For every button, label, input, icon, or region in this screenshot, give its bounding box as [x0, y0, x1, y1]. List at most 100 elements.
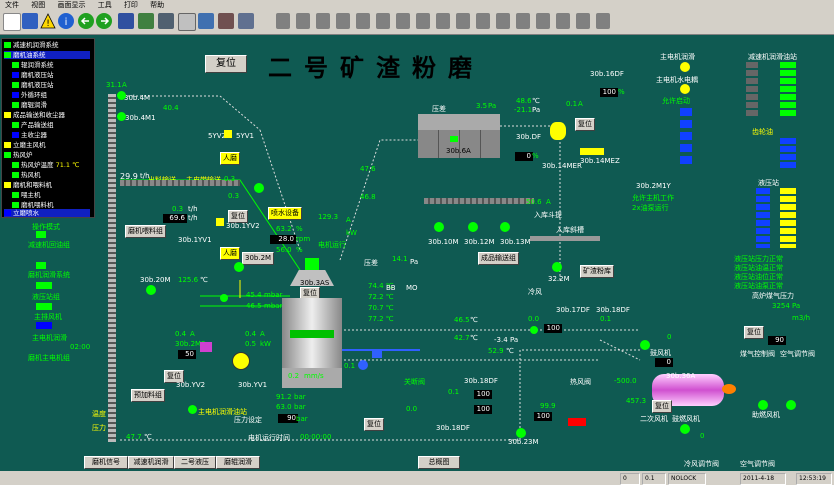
motor-322m[interactable]: [552, 262, 562, 272]
inlet-label: 入库斜槽: [556, 226, 584, 234]
tag-322m: 32.2M: [548, 275, 570, 283]
unit-kw-05: kW: [260, 340, 271, 348]
main-bar-leds: [680, 108, 692, 168]
unit-mms: mm/s: [304, 372, 324, 380]
allow-label: 允许启动: [662, 97, 690, 105]
indicator-17df[interactable]: [530, 326, 538, 334]
value-63: 63.2: [276, 225, 292, 233]
water-run-label[interactable]: 喷水设备: [268, 207, 302, 220]
value-1257: 125.6: [178, 276, 199, 284]
main-status-label: 允许主机工作: [632, 194, 674, 202]
tag-ddf: 30b.DF: [516, 133, 541, 141]
product-belt: [424, 198, 534, 204]
pressure-station-label: 液压站: [758, 179, 779, 187]
press-label: 压力: [92, 424, 106, 432]
valve-5yv[interactable]: [224, 130, 232, 138]
motor-23m[interactable]: [516, 428, 526, 438]
reducer-lube-button[interactable]: 减速机润滑: [128, 456, 174, 469]
reset-button-5[interactable]: 复位: [652, 400, 672, 413]
slag-bin-button[interactable]: 矿渣粉库: [580, 265, 614, 278]
reset-button-3[interactable]: 复位: [575, 118, 595, 131]
main-fan[interactable]: [550, 122, 566, 140]
rawfan-label: 鼓风机: [650, 349, 671, 357]
tag-36a: 30b.36A: [666, 372, 696, 380]
unit-a-main: A: [346, 216, 351, 224]
value-05kw: 0.5: [245, 340, 257, 348]
alarm-red[interactable]: [568, 418, 586, 426]
roller-lube-button[interactable]: 磨辊润滑: [216, 456, 260, 469]
pre-group-button[interactable]: 预加料组: [131, 389, 165, 402]
gas-set-value: 90: [768, 336, 786, 345]
main-status-tag: 30b.2M1Y: [636, 182, 671, 190]
value-0pct-fan: 0: [667, 333, 672, 341]
tag-1yv2: 30b.1YV2: [226, 222, 260, 230]
motor-10m[interactable]: [434, 222, 444, 232]
main-water-label: 主电机水电耦: [656, 76, 698, 84]
motor-12m[interactable]: [468, 222, 478, 232]
heater-block: [200, 342, 212, 352]
pressure-leds-2: [756, 188, 770, 248]
renzhong-label[interactable]: 人磨: [220, 152, 240, 165]
unit-pa-1: Pa: [488, 102, 497, 110]
renmo2-label[interactable]: 人磨: [220, 247, 240, 260]
main-motor-indicator[interactable]: [680, 62, 690, 72]
value-01c: 0.1: [448, 388, 460, 396]
inlet-chute: [530, 236, 600, 241]
tag-20m: 30b.20M: [140, 276, 171, 284]
motor-20m[interactable]: [146, 285, 156, 295]
unit-pa-34: Pa: [510, 336, 519, 344]
motor-4m-indicator[interactable]: [117, 91, 126, 100]
unit-pct-1: %: [296, 225, 303, 233]
tag-2m-label[interactable]: 30b.2M: [242, 252, 275, 265]
motor-rawfan[interactable]: [640, 340, 650, 350]
tag-14mez: 30b.14MEZ: [580, 157, 620, 165]
stop-valve-label: 关断阀: [404, 378, 425, 386]
feed-group-button[interactable]: 磨机喂料组: [125, 225, 166, 238]
unit-c-1257: ℃: [200, 276, 208, 284]
unit-bar-1: bar: [294, 393, 306, 401]
reset-button-4[interactable]: 复位: [364, 418, 384, 431]
unit-a-01: A: [578, 100, 583, 108]
tag-yv1: 30b.YV1: [238, 381, 268, 389]
reducer-label: 减速机润滑油站: [748, 53, 797, 61]
motor-4m1-indicator[interactable]: [117, 112, 126, 121]
motor-fan5[interactable]: [786, 400, 796, 410]
value-04a: 0.4: [175, 330, 187, 338]
product-group-button[interactable]: 成品输送组: [478, 252, 519, 265]
pump-yellow[interactable]: [232, 352, 250, 370]
mill-signal-button[interactable]: 磨机信号: [84, 456, 128, 469]
unit-mbar-1: mbar: [264, 291, 283, 299]
overview-button[interactable]: 总概图: [418, 456, 460, 469]
water-indicator[interactable]: [680, 84, 690, 94]
hydraulic-button[interactable]: 二号液压: [174, 456, 216, 469]
value-100-hot: 100: [534, 412, 552, 421]
status-cell-lock: NOLOCK: [668, 473, 706, 485]
lube-indicator[interactable]: [188, 405, 197, 414]
fan-yellow-block: [580, 148, 604, 155]
motor-2m[interactable]: [234, 262, 244, 272]
unit-bar-3: bar: [296, 415, 308, 423]
valve-1yv[interactable]: [216, 218, 224, 226]
reducer-tags: [746, 62, 758, 118]
motor-13m[interactable]: [500, 222, 510, 232]
status-cell-1: 0: [620, 473, 640, 485]
unit-a-04b: A: [260, 330, 265, 338]
value-34: -3.4: [494, 336, 508, 344]
motor-feed[interactable]: [254, 183, 264, 193]
indicator-454[interactable]: [220, 294, 228, 302]
collector-status: [450, 136, 458, 142]
unit-mbar-2: mbar: [264, 302, 283, 310]
value-03b: 0.3: [228, 192, 240, 200]
motor-blue[interactable]: [358, 360, 368, 370]
value-0-cold: 0: [700, 432, 705, 440]
tag-18df-low: 30b.18DF: [436, 424, 470, 432]
motor-fan4[interactable]: [680, 424, 690, 434]
value-100-top: 100: [600, 88, 618, 97]
burner-flame: [722, 384, 736, 394]
value-03th: 0.3: [172, 205, 184, 213]
air-reg-label: 空气调节阀: [740, 460, 775, 468]
reset-button-6[interactable]: 复位: [744, 326, 764, 339]
tag-12m: 30b.12M: [464, 238, 495, 246]
value-486: 48.6: [516, 97, 532, 105]
motor-fan3[interactable]: [758, 400, 768, 410]
